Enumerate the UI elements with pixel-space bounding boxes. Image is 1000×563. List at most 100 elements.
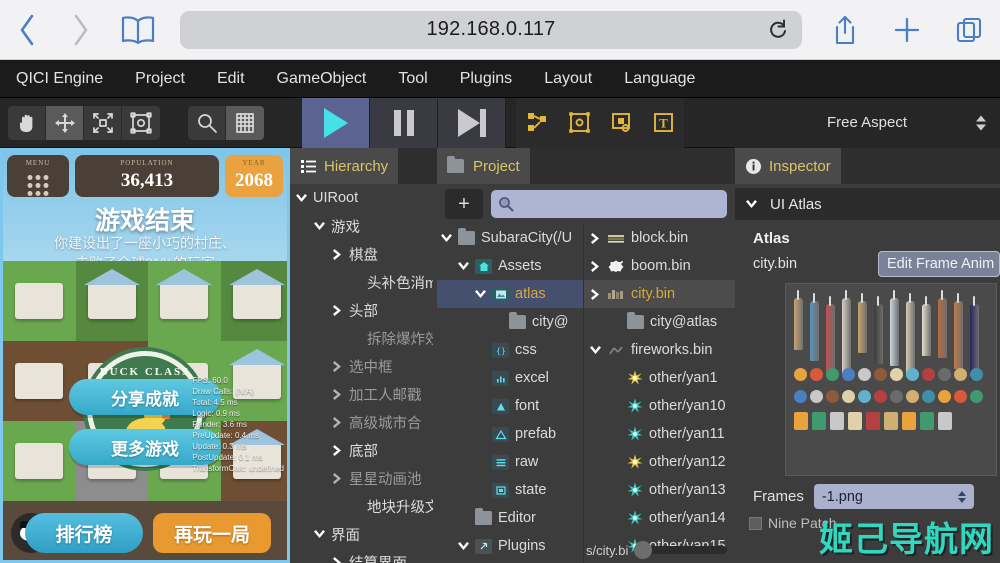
menu-item-edit[interactable]: Edit bbox=[201, 60, 261, 98]
project-file-list[interactable]: block.bin boom.bin city.bin city@atlas firew… bbox=[584, 224, 735, 563]
menu-bar: QICI Engine Project Edit GameObject Tool… bbox=[0, 60, 1000, 98]
atlas-sprite bbox=[794, 390, 807, 403]
hierarchy-row[interactable]: 拆除爆炸效 bbox=[290, 324, 437, 352]
aspect-label: Free Aspect bbox=[826, 114, 908, 131]
menu-item-language[interactable]: Language bbox=[608, 60, 711, 98]
step-button[interactable] bbox=[438, 97, 506, 148]
show-tabs-button[interactable] bbox=[938, 0, 1000, 60]
project-search-field[interactable] bbox=[491, 190, 727, 218]
hierarchy-row[interactable]: 棋盘 bbox=[290, 240, 437, 268]
reload-icon[interactable] bbox=[768, 19, 788, 41]
menu-item-qici-engine[interactable]: QICI Engine bbox=[0, 60, 119, 98]
menu-item-plugins[interactable]: Plugins bbox=[444, 60, 528, 98]
project-file-row[interactable]: boom.bin bbox=[584, 252, 735, 280]
game-tile bbox=[3, 421, 76, 501]
project-file-row[interactable]: other/yan13 bbox=[584, 476, 735, 504]
play-button[interactable] bbox=[302, 97, 370, 148]
atlas-sprite bbox=[938, 368, 951, 381]
hierarchy-tree[interactable]: UIRoot 游戏 棋盘 头补色消m 头部 拆除爆炸效 选中框 加工人邮戳 高级城市合 底部 星星动… bbox=[290, 184, 437, 563]
project-file-row[interactable]: city.bin bbox=[584, 280, 735, 308]
tab-project[interactable]: Project bbox=[437, 148, 530, 184]
project-tree-row[interactable]: state bbox=[437, 476, 583, 504]
tab-hierarchy[interactable]: Hierarchy bbox=[290, 148, 399, 184]
project-tree-row[interactable]: city@ bbox=[437, 308, 583, 336]
menu-item-tool[interactable]: Tool bbox=[382, 60, 443, 98]
replay-button[interactable]: 再玩一局 bbox=[153, 513, 271, 553]
ui-atlas-section-header[interactable]: UI Atlas bbox=[735, 188, 1000, 220]
row-label: UIRoot bbox=[313, 190, 359, 206]
tab-inspector[interactable]: Inspector bbox=[735, 148, 841, 184]
project-file-row[interactable]: city@atlas bbox=[584, 308, 735, 336]
project-file-row[interactable]: fireworks.bin bbox=[584, 336, 735, 364]
share-button[interactable] bbox=[814, 0, 876, 60]
project-tree-row[interactable]: font bbox=[437, 392, 583, 420]
project-file-row[interactable]: other/yan14 bbox=[584, 504, 735, 532]
hierarchy-row[interactable]: 加工人邮戳 bbox=[290, 380, 437, 408]
bounds-icon bbox=[568, 112, 590, 133]
rect-tool-button[interactable] bbox=[122, 105, 160, 140]
zoom-tool-button[interactable] bbox=[188, 105, 226, 140]
project-tree-row[interactable]: raw bbox=[437, 448, 583, 476]
project-tree-row[interactable]: excel bbox=[437, 364, 583, 392]
project-add-button[interactable]: + bbox=[445, 189, 483, 219]
anchor-gizmo-button[interactable] bbox=[600, 98, 642, 148]
menu-item-project[interactable]: Project bbox=[119, 60, 201, 98]
project-file-row[interactable]: other/yan11 bbox=[584, 420, 735, 448]
hierarchy-row[interactable]: 结算界面 bbox=[290, 548, 437, 563]
hierarchy-row[interactable]: 地块升级文 bbox=[290, 492, 437, 520]
hand-tool-button[interactable] bbox=[8, 105, 46, 140]
hierarchy-row[interactable]: UIRoot bbox=[290, 184, 437, 212]
aspect-selector[interactable]: Free Aspect bbox=[734, 97, 1000, 148]
scrollbar-knob[interactable] bbox=[634, 541, 653, 559]
grid-tool-button[interactable] bbox=[226, 105, 264, 140]
project-folder-tree[interactable]: SubaraCity(/U Assets atlas city@ {} css excel f… bbox=[437, 224, 584, 563]
pivot-gizmo-button[interactable] bbox=[516, 98, 558, 148]
project-tree-row[interactable]: atlas bbox=[437, 280, 583, 308]
leaderboard-button[interactable]: 排行榜 bbox=[25, 513, 143, 553]
row-label: SubaraCity(/U bbox=[481, 230, 573, 246]
hierarchy-row[interactable]: 界面 bbox=[290, 520, 437, 548]
project-horizontal-scrollbar[interactable] bbox=[634, 541, 727, 559]
hierarchy-row[interactable]: 头补色消m bbox=[290, 268, 437, 296]
frames-select[interactable]: -1.png bbox=[813, 484, 974, 509]
chevron-right-icon bbox=[74, 14, 88, 45]
forward-button[interactable] bbox=[54, 0, 108, 60]
row-label: atlas bbox=[515, 286, 546, 302]
back-button[interactable] bbox=[0, 0, 54, 60]
game-menu-button[interactable]: MENU bbox=[7, 155, 69, 197]
grid-icon bbox=[236, 112, 254, 133]
project-tree-row[interactable]: prefab bbox=[437, 420, 583, 448]
pause-button[interactable] bbox=[370, 97, 438, 148]
project-file-row[interactable]: other/yan1 bbox=[584, 364, 735, 392]
new-tab-button[interactable] bbox=[876, 0, 938, 60]
chevron-right-icon bbox=[333, 472, 341, 484]
edit-frame-animation-button[interactable]: Edit Frame Anim bbox=[878, 251, 1000, 277]
move-tool-button[interactable] bbox=[46, 105, 84, 140]
atlas-preview[interactable] bbox=[785, 283, 997, 476]
menu-item-gameobject[interactable]: GameObject bbox=[261, 60, 383, 98]
text-gizmo-button[interactable]: T bbox=[642, 98, 684, 148]
tab-filler bbox=[529, 148, 735, 184]
row-label: other/yan10 bbox=[649, 398, 726, 414]
hierarchy-row[interactable]: 游戏 bbox=[290, 212, 437, 240]
bounds-gizmo-button[interactable] bbox=[558, 98, 600, 148]
nine-patch-checkbox[interactable] bbox=[749, 516, 762, 530]
project-file-row[interactable]: block.bin bbox=[584, 224, 735, 252]
project-tree-row[interactable]: SubaraCity(/U bbox=[437, 224, 583, 252]
scale-tool-button[interactable] bbox=[84, 105, 122, 140]
hierarchy-row[interactable]: 高级城市合 bbox=[290, 408, 437, 436]
menu-item-layout[interactable]: Layout bbox=[528, 60, 608, 98]
hierarchy-row[interactable]: 头部 bbox=[290, 296, 437, 324]
address-bar[interactable]: 192.168.0.117 bbox=[180, 10, 802, 49]
project-tree-row[interactable]: Editor bbox=[437, 504, 583, 532]
transform-tool-group bbox=[8, 105, 160, 141]
hierarchy-row[interactable]: 底部 bbox=[290, 436, 437, 464]
project-file-row[interactable]: other/yan10 bbox=[584, 392, 735, 420]
hierarchy-row[interactable]: 星星动画池 bbox=[290, 464, 437, 492]
project-tree-row[interactable]: {} css bbox=[437, 336, 583, 364]
game-view[interactable]: MENU POPULATION 36,413 YEAR 2068 游戏结束 你建… bbox=[0, 148, 290, 563]
bookmarks-button[interactable] bbox=[108, 0, 168, 60]
project-tree-row[interactable]: Assets bbox=[437, 252, 583, 280]
project-file-row[interactable]: other/yan12 bbox=[584, 448, 735, 476]
hierarchy-row[interactable]: 选中框 bbox=[290, 352, 437, 380]
